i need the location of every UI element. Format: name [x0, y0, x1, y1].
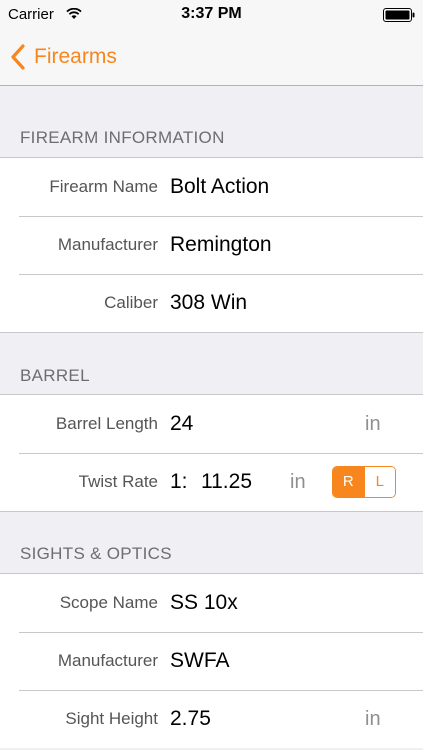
twist-direction-right-option[interactable]: R — [333, 467, 364, 497]
manufacturer-label: Manufacturer — [57, 235, 158, 254]
barrel-length-row[interactable]: Barrel Length 24 in — [0, 395, 423, 453]
section-header-firearm-information: FIREARM INFORMATION — [20, 128, 225, 147]
sight-height-field[interactable]: 2.75 — [170, 690, 211, 748]
twist-rate-prefix: 1: — [170, 470, 188, 493]
scope-name-row[interactable]: Scope Name SS 10x — [0, 574, 423, 632]
scope-name-field[interactable]: SS 10x — [170, 574, 238, 632]
section-header-sights-optics: SIGHTS & OPTICS — [20, 544, 172, 563]
manufacturer-row[interactable]: Manufacturer Remington — [0, 216, 423, 274]
barrel-length-field[interactable]: 24 — [170, 395, 193, 453]
twist-direction-left-option[interactable]: L — [363, 467, 395, 497]
barrel-length-label: Barrel Length — [55, 414, 158, 433]
sight-height-unit: in — [365, 708, 381, 730]
sight-height-row[interactable]: Sight Height 2.75 in — [0, 690, 423, 748]
twist-direction-segmented-control[interactable]: R L — [332, 466, 396, 498]
navigation-bar: Firearms — [0, 30, 423, 86]
manufacturer-field[interactable]: Remington — [170, 216, 272, 274]
caliber-field[interactable]: 308 Win — [170, 274, 247, 332]
status-bar: Carrier 3:37 PM — [0, 0, 423, 30]
back-button[interactable]: Firearms — [10, 42, 117, 72]
barrel-length-unit: in — [365, 413, 381, 435]
section-header-barrel: BARREL — [20, 366, 90, 385]
twist-rate-label: Twist Rate — [78, 472, 158, 491]
twist-rate-row[interactable]: Twist Rate 1: 11.25 in R L — [0, 453, 423, 511]
status-time: 3:37 PM — [181, 5, 242, 22]
scope-name-label: Scope Name — [59, 593, 158, 612]
scope-manufacturer-field[interactable]: SWFA — [170, 632, 230, 690]
scope-manufacturer-row[interactable]: Manufacturer SWFA — [0, 632, 423, 690]
back-button-label: Firearms — [34, 45, 117, 68]
firearm-name-field[interactable]: Bolt Action — [170, 158, 269, 216]
firearm-name-label: Firearm Name — [49, 177, 158, 196]
twist-rate-field[interactable]: 11.25 — [201, 453, 252, 511]
battery-icon — [383, 8, 415, 22]
caliber-label: Caliber — [104, 293, 158, 312]
caliber-row[interactable]: Caliber 308 Win — [0, 274, 423, 332]
chevron-left-icon — [10, 44, 26, 70]
firearm-information-group: Firearm Name Bolt Action Manufacturer Re… — [0, 157, 423, 333]
sights-optics-group: Scope Name SS 10x Manufacturer SWFA Sigh… — [0, 573, 423, 748]
scope-manufacturer-label: Manufacturer — [57, 651, 158, 670]
barrel-group: Barrel Length 24 in Twist Rate 1: 11.25 … — [0, 394, 423, 512]
twist-rate-unit: in — [290, 471, 306, 493]
firearm-name-row[interactable]: Firearm Name Bolt Action — [0, 158, 423, 216]
sight-height-label: Sight Height — [65, 709, 158, 728]
